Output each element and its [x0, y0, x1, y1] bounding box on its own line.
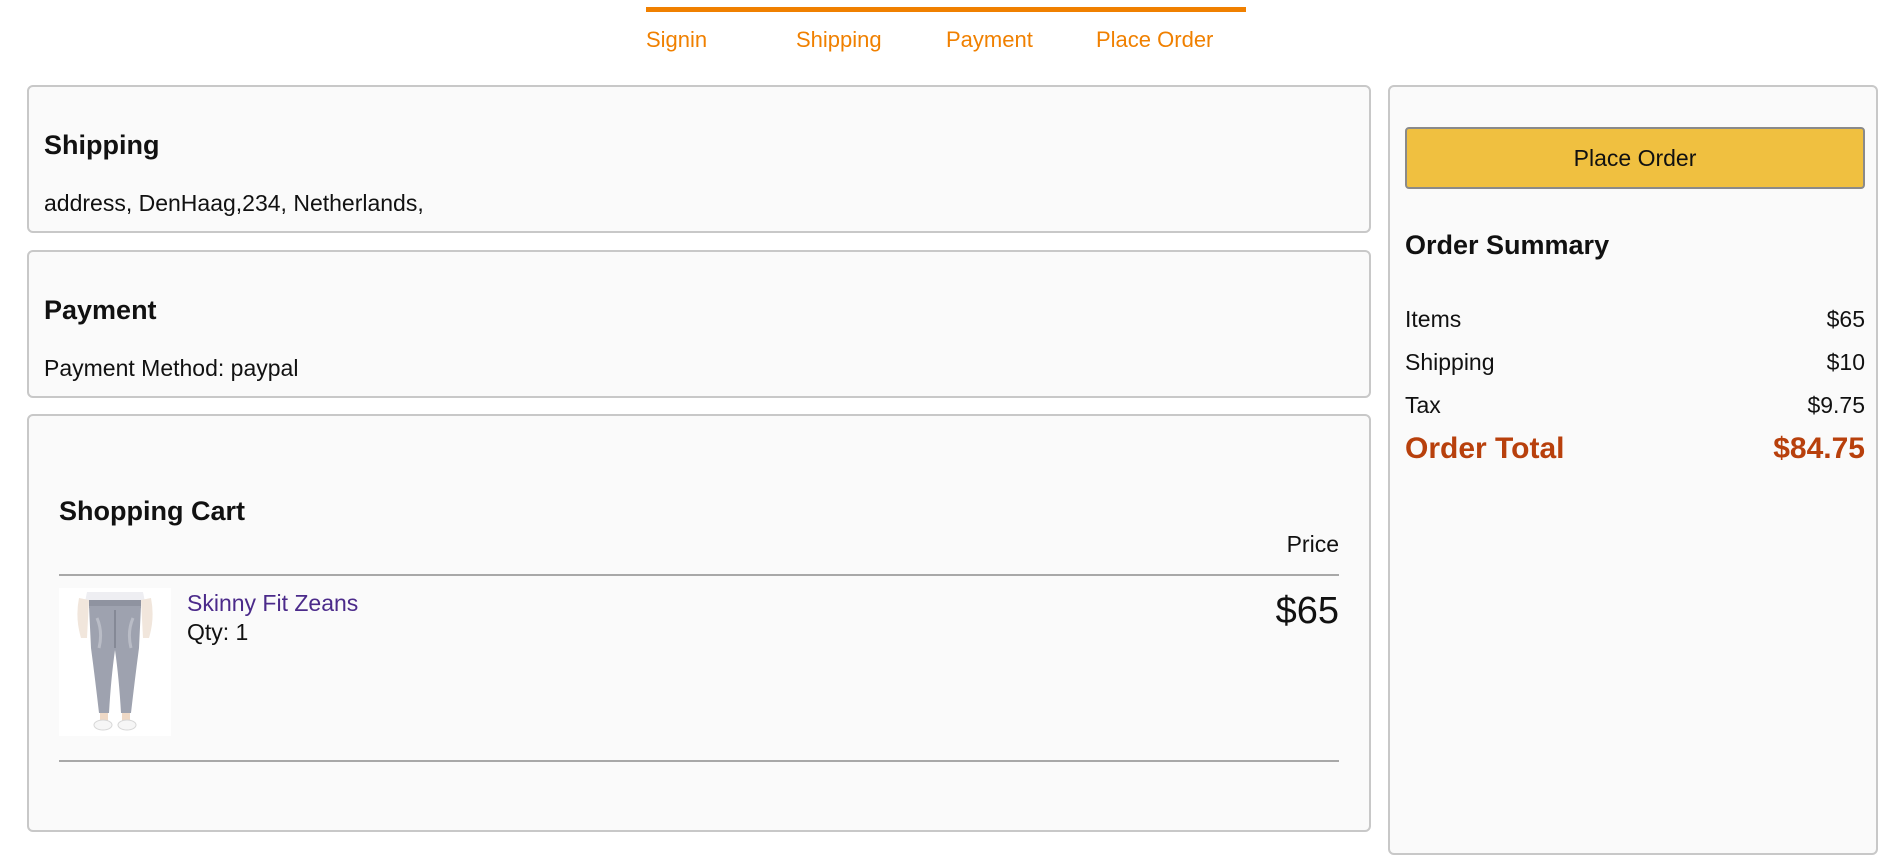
- cart-header-divider: [59, 574, 1339, 576]
- cart-footer-divider: [59, 760, 1339, 762]
- payment-title: Payment: [44, 295, 157, 325]
- order-summary-card: Place Order Order Summary Items $65 Ship…: [1388, 85, 1878, 855]
- summary-label: Items: [1405, 306, 1462, 332]
- summary-value: $9.75: [1807, 392, 1865, 418]
- step-shipping[interactable]: Shipping: [796, 7, 946, 53]
- summary-value: $65: [1826, 306, 1865, 332]
- summary-row-shipping: Shipping $10: [1405, 349, 1865, 376]
- step-place-order[interactable]: Place Order: [1096, 7, 1246, 53]
- summary-label: Tax: [1405, 392, 1441, 418]
- place-order-button[interactable]: Place Order: [1405, 127, 1865, 189]
- summary-row-order-total: Order Total $84.75: [1405, 432, 1865, 466]
- summary-row-items: Items $65: [1405, 306, 1865, 333]
- shipping-title: Shipping: [44, 130, 160, 160]
- step-payment[interactable]: Payment: [946, 7, 1096, 53]
- order-total-value: $84.75: [1773, 432, 1865, 465]
- summary-row-tax: Tax $9.75: [1405, 392, 1865, 419]
- summary-value: $10: [1826, 349, 1865, 375]
- jeans-product-image[interactable]: [59, 588, 171, 736]
- shipping-address: address, DenHaag,234, Netherlands,: [44, 190, 424, 216]
- order-total-label: Order Total: [1405, 432, 1565, 465]
- checkout-steps: Signin Shipping Payment Place Order: [646, 7, 1246, 53]
- payment-card: Payment Payment Method: paypal: [27, 250, 1371, 398]
- shopping-cart-card: Shopping Cart Price Skinny Fit Zeans Qty…: [27, 414, 1371, 832]
- payment-method: Payment Method: paypal: [44, 355, 299, 381]
- cart-item-qty: Qty: 1: [187, 619, 249, 645]
- summary-label: Shipping: [1405, 349, 1495, 375]
- order-summary-title: Order Summary: [1405, 230, 1610, 260]
- step-signin[interactable]: Signin: [646, 7, 796, 53]
- shipping-card: Shipping address, DenHaag,234, Netherlan…: [27, 85, 1371, 233]
- cart-item-name-link[interactable]: Skinny Fit Zeans: [187, 590, 358, 617]
- cart-item-price: $65: [1275, 590, 1339, 632]
- price-column-header: Price: [1286, 531, 1339, 557]
- shopping-cart-title: Shopping Cart: [59, 496, 245, 526]
